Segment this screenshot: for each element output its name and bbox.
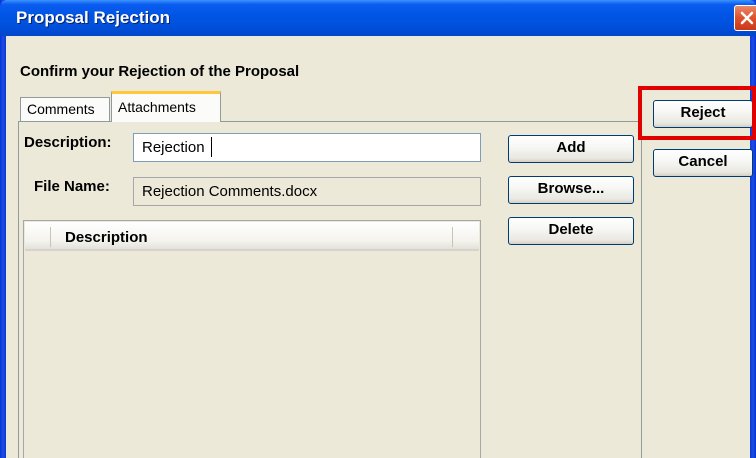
description-label: Description: <box>24 134 112 151</box>
list-header: Description <box>25 222 479 251</box>
close-icon <box>740 11 754 25</box>
title-bar[interactable]: Proposal Rejection <box>0 0 756 36</box>
dialog-heading: Confirm your Rejection of the Proposal <box>20 63 300 80</box>
window-frame-right <box>750 0 756 458</box>
tab-comments[interactable]: Comments <box>20 97 110 121</box>
text-caret <box>211 137 212 157</box>
column-separator[interactable] <box>50 227 51 247</box>
attachments-list[interactable]: Description <box>23 220 481 458</box>
column-header-description[interactable]: Description <box>65 229 148 246</box>
add-button[interactable]: Add <box>508 135 634 163</box>
delete-button[interactable]: Delete <box>508 217 634 245</box>
highlight-box <box>638 86 756 140</box>
window-frame-left <box>0 0 6 458</box>
browse-button[interactable]: Browse... <box>508 176 634 204</box>
window-title: Proposal Rejection <box>16 8 170 27</box>
file-name-field[interactable] <box>133 177 481 206</box>
column-separator[interactable] <box>452 227 453 247</box>
dialog-window: Proposal Rejection Confirm your Rejectio… <box>0 0 756 458</box>
description-input[interactable] <box>133 133 481 162</box>
cancel-button[interactable]: Cancel <box>653 149 753 177</box>
tab-attachments[interactable]: Attachments <box>111 91 221 122</box>
close-button[interactable] <box>734 5 756 31</box>
file-name-label: File Name: <box>34 178 110 195</box>
